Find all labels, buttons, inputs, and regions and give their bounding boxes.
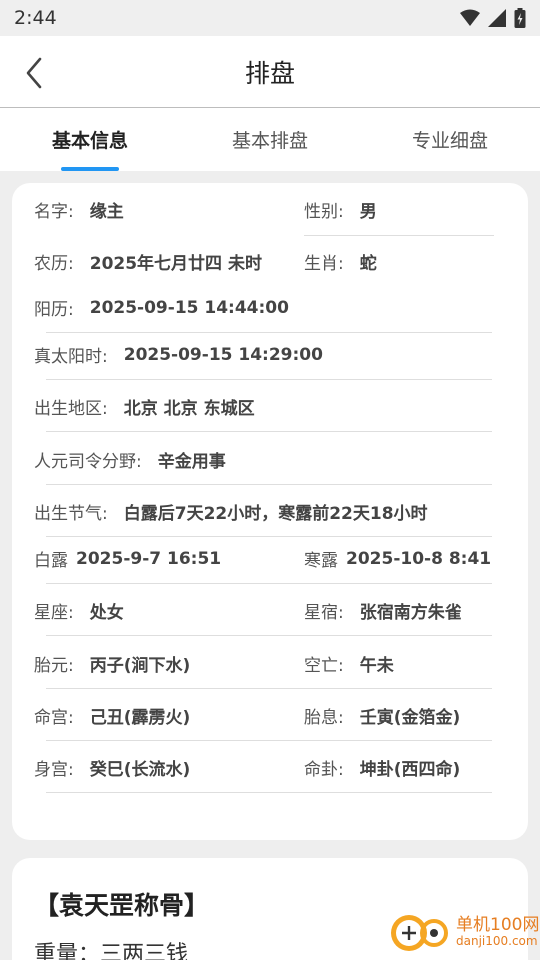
constellation-value: 处女 [89,603,124,623]
chevron-left-icon [26,57,42,89]
name-label: 名字: [34,202,74,222]
minggong-value: 己丑(霹雳火) [89,708,191,728]
tab-indicator [61,167,119,171]
divider [46,792,492,793]
back-button[interactable] [20,56,50,90]
solar-label: 阳历: [34,300,74,320]
info-row-shengong: 身宫: 癸巳(长流水) [34,755,190,780]
tab-pro-chart[interactable]: 专业细盘 [360,108,540,171]
birthplace-value: 北京 北京 东城区 [123,399,255,419]
name-value: 缘主 [89,202,124,222]
info-row-zodiac: 生肖: 蛇 [304,249,377,274]
hanlu-label: 寒露 [304,551,338,571]
lunar-value: 2025年七月廿四 未时 [89,254,262,274]
lunar-label: 农历: [34,254,74,274]
shengong-value: 癸巳(长流水) [89,760,191,780]
info-row-gender: 性别: 男 [304,197,377,222]
kongwang-value: 午未 [359,656,394,676]
tab-bar: 基本信息 基本排盘 专业细盘 [0,108,540,171]
constellation-label: 星座: [34,603,74,623]
info-row-siling: 人元司令分野: 辛金用事 [34,447,226,472]
solar-value: 2025-09-15 14:44:00 [89,297,289,318]
page-title: 排盘 [244,58,295,88]
bailu-label: 白露 [34,551,68,571]
signal-icon [488,9,506,27]
info-row-bailu: 白露 2025-9-7 16:51 [34,546,222,572]
taiyuan-label: 胎元: [34,656,74,676]
divider [46,379,492,380]
info-row-minggua: 命卦: 坤卦(西四命) [304,755,460,780]
info-row-xingxiu: 星宿: 张宿南方朱雀 [304,598,462,623]
jieqi-label: 出生节气: [34,504,108,524]
nav-bar: 排盘 [0,36,540,108]
tab-basic-info[interactable]: 基本信息 [0,108,180,171]
watermark: 单机100网 danji100.com [388,912,539,952]
kongwang-label: 空亡: [304,656,344,676]
divider [304,235,494,236]
zodiac-label: 生肖: [304,254,344,274]
info-row-true-solar: 真太阳时: 2025-09-15 14:29:00 [34,342,323,368]
divider [46,484,492,485]
birthplace-label: 出生地区: [34,399,108,419]
info-row-jieqi: 出生节气: 白露后7天22小时，寒露前22天18小时 [34,499,428,524]
divider [46,583,492,584]
info-row-birthplace: 出生地区: 北京 北京 东城区 [34,394,255,419]
status-time: 2:44 [14,7,57,29]
minggua-value: 坤卦(西四命) [359,760,461,780]
minggua-label: 命卦: [304,760,344,780]
xingxiu-label: 星宿: [304,603,344,623]
bailu-value: 2025-9-7 16:51 [76,548,222,569]
divider [46,536,492,537]
hanlu-value: 2025-10-8 8:41 [346,548,492,569]
taixi-value: 壬寅(金箔金) [359,708,461,728]
status-icons [460,8,526,28]
divider [46,431,492,432]
siling-label: 人元司令分野: [34,452,142,472]
info-row-lunar: 农历: 2025年七月廿四 未时 [34,249,262,274]
gender-value: 男 [359,202,377,222]
shengong-label: 身宫: [34,760,74,780]
divider [46,688,492,689]
zodiac-value: 蛇 [359,254,377,274]
status-bar: 2:44 [0,0,540,36]
wifi-icon [460,9,480,26]
info-row-solar: 阳历: 2025-09-15 14:44:00 [34,295,289,321]
info-row-hanlu: 寒露 2025-10-8 8:41 [304,546,492,572]
watermark-logo-icon [391,915,448,951]
watermark-cn: 单机100网 [456,915,540,936]
watermark-en: danji100.com [456,933,538,948]
bone-weight-value: 重量：三两三钱 [34,942,189,960]
taixi-label: 胎息: [304,708,344,728]
basic-info-card: 名字: 缘主 性别: 男 农历: 2025年七月廿四 未时 生肖: 蛇 阳历: … [12,183,528,840]
tab-basic-chart[interactable]: 基本排盘 [180,108,360,171]
tab-label: 基本信息 [51,130,128,152]
divider [46,740,492,741]
true-solar-label: 真太阳时: [34,347,108,367]
taiyuan-value: 丙子(涧下水) [89,656,191,676]
info-row-kongwang: 空亡: 午未 [304,651,394,676]
minggong-label: 命宫: [34,708,74,728]
divider [46,332,492,333]
bone-weight-title: 【袁天罡称骨】 [34,891,210,920]
true-solar-value: 2025-09-15 14:29:00 [123,344,323,365]
battery-icon [514,8,526,28]
tab-label: 专业细盘 [411,130,488,152]
info-row-taixi: 胎息: 壬寅(金箔金) [304,703,460,728]
info-row-name: 名字: 缘主 [34,197,124,222]
info-row-taiyuan: 胎元: 丙子(涧下水) [34,651,190,676]
divider [46,635,492,636]
info-row-minggong: 命宫: 己丑(霹雳火) [34,703,190,728]
gender-label: 性别: [304,202,344,222]
info-row-constellation: 星座: 处女 [34,598,124,623]
jieqi-value: 白露后7天22小时，寒露前22天18小时 [123,504,428,524]
tab-label: 基本排盘 [231,130,308,152]
watermark-text: 单机100网 danji100.com [456,916,539,948]
xingxiu-value: 张宿南方朱雀 [359,603,462,623]
siling-value: 辛金用事 [157,452,226,472]
